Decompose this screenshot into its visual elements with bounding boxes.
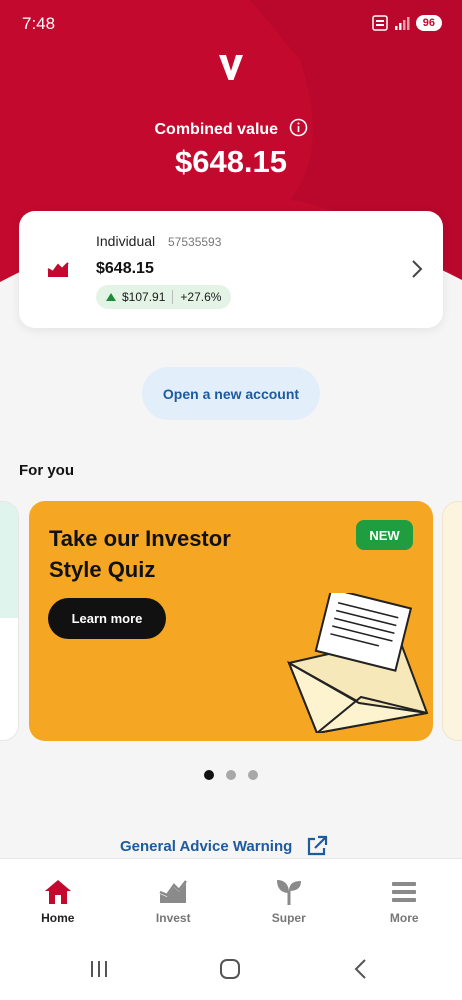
general-advice-link[interactable]: General Advice Warning [120,835,328,857]
combined-value-text: Combined value [154,121,279,139]
new-badge: NEW [356,520,413,550]
promo-title: Take our Investor Style Quiz [49,526,231,582]
pagination-dot[interactable] [226,770,236,780]
account-card[interactable]: Individual 57535593 $648.15 $107.91 +27.… [19,211,443,328]
gain-divider [172,290,174,304]
combined-value-label: Combined value [0,118,462,142]
carousel-pagination [0,770,462,780]
open-account-button[interactable]: Open a new account [142,367,320,420]
back-icon[interactable] [350,958,372,985]
carousel-card-previous[interactable] [0,501,19,741]
sprout-icon [274,877,304,907]
home-icon [43,877,73,907]
status-bar: 7:48 96 [0,0,462,46]
promo-card[interactable]: Take our Investor Style Quiz NEW Learn m… [29,501,433,741]
menu-icon [390,877,418,907]
recent-apps-icon[interactable] [88,958,110,985]
general-advice-text: General Advice Warning [120,837,293,855]
system-navigation-bar [0,938,462,1000]
carousel-card-next[interactable] [442,501,462,741]
learn-more-button[interactable]: Learn more [48,598,166,639]
for-you-heading: For you [19,462,74,479]
gain-amount: $107.91 [122,290,166,304]
nav-home-label: Home [41,911,75,925]
combined-value-amount: $648.15 [174,144,288,179]
gain-percent: +27.6% [180,290,222,304]
home-button-icon[interactable] [219,958,241,985]
card-previous-banner [0,502,18,618]
account-name: Individual [96,233,156,249]
nav-invest[interactable]: Invest [116,859,232,938]
up-triangle-icon [106,293,116,301]
nav-invest-label: Invest [155,911,191,925]
pagination-dot-active[interactable] [204,770,214,780]
bottom-navigation: Home Invest Super More [0,858,462,938]
nav-more[interactable]: More [347,859,462,938]
network-5g-icon [372,15,388,31]
battery-indicator: 96 [415,15,442,31]
status-icons: 96 [372,15,442,31]
invest-icon [158,877,188,907]
nav-home[interactable]: Home [0,859,116,938]
status-time: 7:48 [22,14,56,33]
chevron-right-icon[interactable] [411,259,423,284]
nav-super-label: Super [271,911,306,925]
pagination-dot[interactable] [248,770,258,780]
info-icon[interactable] [289,118,308,142]
vanguard-logo-icon [219,55,243,80]
account-number: 57535593 [168,235,222,249]
signal-icon [394,17,410,30]
envelope-illustration-icon [279,587,433,738]
chart-trend-icon [47,260,69,283]
gain-badge: $107.91 +27.6% [96,285,232,309]
nav-super[interactable]: Super [231,859,347,938]
external-link-icon [308,835,328,856]
account-value: $648.15 [96,260,154,277]
nav-more-label: More [389,911,419,925]
brand-logo [0,52,462,87]
